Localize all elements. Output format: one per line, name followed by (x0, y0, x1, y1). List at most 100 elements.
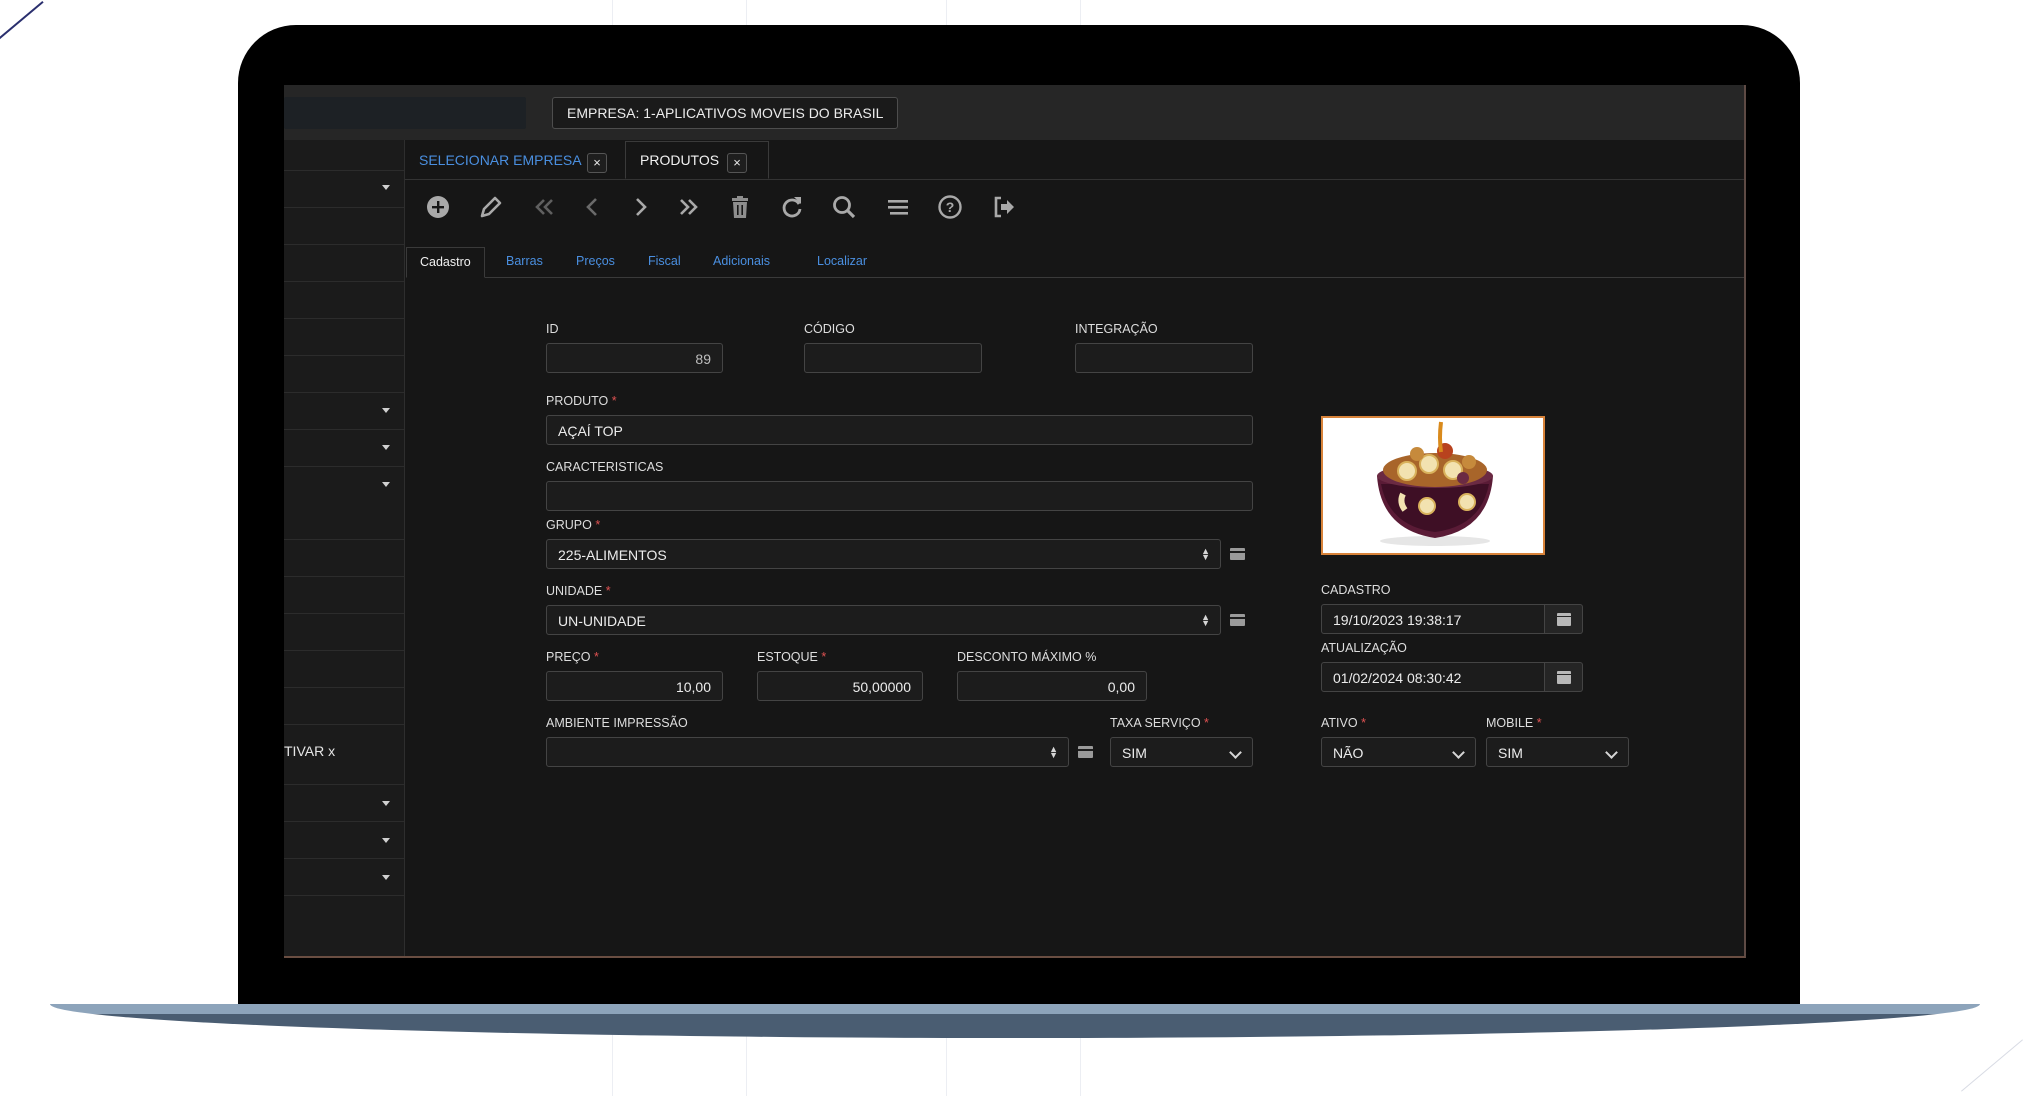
close-icon[interactable]: × (587, 153, 607, 173)
form-subtabs: Cadastro Barras Preços Fiscal Adicionais… (406, 247, 1744, 278)
grupo-select[interactable]: 225-ALIMENTOS ▲ ▼ (546, 539, 1221, 569)
sidebar-item[interactable] (284, 355, 404, 393)
caracteristicas-label: CARACTERISTICAS (546, 460, 664, 474)
lookup-icon[interactable] (1230, 614, 1245, 626)
unidade-select[interactable]: UN-UNIDADE ▲ ▼ (546, 605, 1221, 635)
caret-down-icon (382, 801, 390, 806)
atualizacao-field[interactable]: 01/02/2024 08:30:42 (1321, 662, 1545, 692)
subtab-barras[interactable]: Barras (506, 247, 543, 276)
ativo-value: NÃO (1333, 745, 1364, 761)
sidebar-item[interactable] (284, 140, 404, 171)
subtab-fiscal[interactable]: Fiscal (648, 247, 681, 276)
sidebar-item[interactable] (284, 244, 404, 282)
top-bar: EMPRESA: 1-APLICATIVOS MOVEIS DO BRASIL (284, 85, 1744, 140)
laptop-base (50, 1004, 1980, 1038)
first-icon[interactable] (531, 193, 559, 221)
sidebar-item[interactable] (284, 318, 404, 356)
help-icon[interactable]: ? (936, 193, 964, 221)
sidebar-item[interactable] (284, 539, 404, 577)
sidebar-item[interactable] (284, 858, 404, 896)
taxa-servico-select[interactable]: SIM (1110, 737, 1253, 767)
tab-produtos[interactable]: PRODUTOS × (625, 141, 769, 179)
cadastro-label: CADASTRO (1321, 583, 1391, 597)
integracao-label: INTEGRAÇÃO (1075, 322, 1158, 336)
caret-down-icon (382, 482, 390, 487)
integracao-field[interactable] (1075, 343, 1253, 373)
search-icon[interactable] (830, 193, 858, 221)
add-icon[interactable] (424, 193, 452, 221)
unidade-label: UNIDADE * (546, 584, 611, 598)
codigo-label: CÓDIGO (804, 322, 855, 336)
required-mark: * (821, 650, 827, 664)
codigo-field[interactable] (804, 343, 982, 373)
sidebar-item[interactable] (284, 466, 404, 540)
sidebar-item[interactable] (284, 784, 404, 822)
produto-label: PRODUTO * (546, 394, 617, 408)
sidebar-item[interactable] (284, 392, 404, 430)
sidebar-item[interactable] (284, 821, 404, 859)
required-mark: * (605, 584, 611, 598)
product-photo[interactable] (1321, 416, 1545, 555)
produto-field[interactable]: AÇAÍ TOP (546, 415, 1253, 445)
preco-field[interactable]: 10,00 (546, 671, 723, 701)
required-mark: * (593, 650, 599, 664)
previous-icon[interactable] (579, 193, 607, 221)
close-icon[interactable]: × (727, 153, 747, 173)
id-field[interactable]: 89 (546, 343, 723, 373)
refresh-icon[interactable] (778, 193, 806, 221)
sidebar-item[interactable] (284, 170, 404, 208)
estoque-field[interactable]: 50,00000 (757, 671, 923, 701)
tab-bar: SELECIONAR EMPRESA × PRODUTOS × (405, 140, 1744, 180)
desconto-field[interactable]: 0,00 (957, 671, 1147, 701)
caret-down-icon (382, 185, 390, 190)
next-icon[interactable] (626, 193, 654, 221)
exit-icon[interactable] (990, 193, 1018, 221)
sidebar-item[interactable] (284, 207, 404, 245)
sidebar-item[interactable] (284, 650, 404, 688)
caracteristicas-field[interactable] (546, 481, 1253, 511)
top-search-box[interactable] (284, 97, 526, 129)
atualizacao-label: ATUALIZAÇÃO (1321, 641, 1407, 655)
tab-label: PRODUTOS (640, 152, 720, 168)
subtab-cadastro[interactable]: Cadastro (406, 247, 485, 278)
list-icon[interactable] (884, 193, 912, 221)
delete-icon[interactable] (726, 193, 754, 221)
ativo-select[interactable]: NÃO (1321, 737, 1476, 767)
svg-text:?: ? (946, 199, 955, 215)
subtab-adicionais[interactable]: Adicionais (713, 247, 770, 276)
chevron-down-icon (1605, 746, 1618, 759)
company-selector-button[interactable]: EMPRESA: 1-APLICATIVOS MOVEIS DO BRASIL (552, 97, 899, 129)
mobile-label-text: MOBILE (1486, 716, 1534, 730)
taxa-servico-label-text: TAXA SERVIÇO (1110, 716, 1201, 730)
unidade-label-text: UNIDADE (546, 584, 603, 598)
last-icon[interactable] (674, 193, 702, 221)
ambiente-select[interactable]: ▲ ▼ (546, 737, 1069, 767)
required-mark: * (595, 518, 601, 532)
estoque-label-text: ESTOQUE (757, 650, 818, 664)
taxa-servico-label: TAXA SERVIÇO * (1110, 716, 1209, 730)
subtab-precos[interactable]: Preços (576, 247, 615, 276)
grupo-label-text: GRUPO (546, 518, 592, 532)
sidebar-item[interactable] (284, 281, 404, 319)
required-mark: * (1204, 716, 1209, 730)
calendar-button[interactable] (1545, 662, 1583, 692)
sidebar-item-label: TIVAR x (284, 743, 336, 759)
sidebar-item[interactable] (284, 687, 404, 725)
sidebar-item[interactable] (284, 429, 404, 467)
lookup-icon[interactable] (1078, 746, 1093, 758)
sidebar-item[interactable]: TIVAR x (284, 724, 404, 785)
caret-down-icon (382, 838, 390, 843)
cadastro-field[interactable]: 19/10/2023 19:38:17 (1321, 604, 1545, 634)
sidebar: TIVAR x (284, 140, 405, 956)
caret-down-icon (382, 875, 390, 880)
edit-icon[interactable] (477, 193, 505, 221)
sidebar-item[interactable] (284, 613, 404, 651)
tab-selecionar-empresa[interactable]: SELECIONAR EMPRESA × (405, 142, 625, 178)
sidebar-item[interactable] (284, 576, 404, 614)
calendar-button[interactable] (1545, 604, 1583, 634)
calendar-icon (1557, 613, 1571, 626)
subtab-localizar[interactable]: Localizar (817, 247, 867, 276)
mobile-select[interactable]: SIM (1486, 737, 1629, 767)
lookup-icon[interactable] (1230, 548, 1245, 560)
unidade-select-value: UN-UNIDADE (558, 613, 646, 629)
